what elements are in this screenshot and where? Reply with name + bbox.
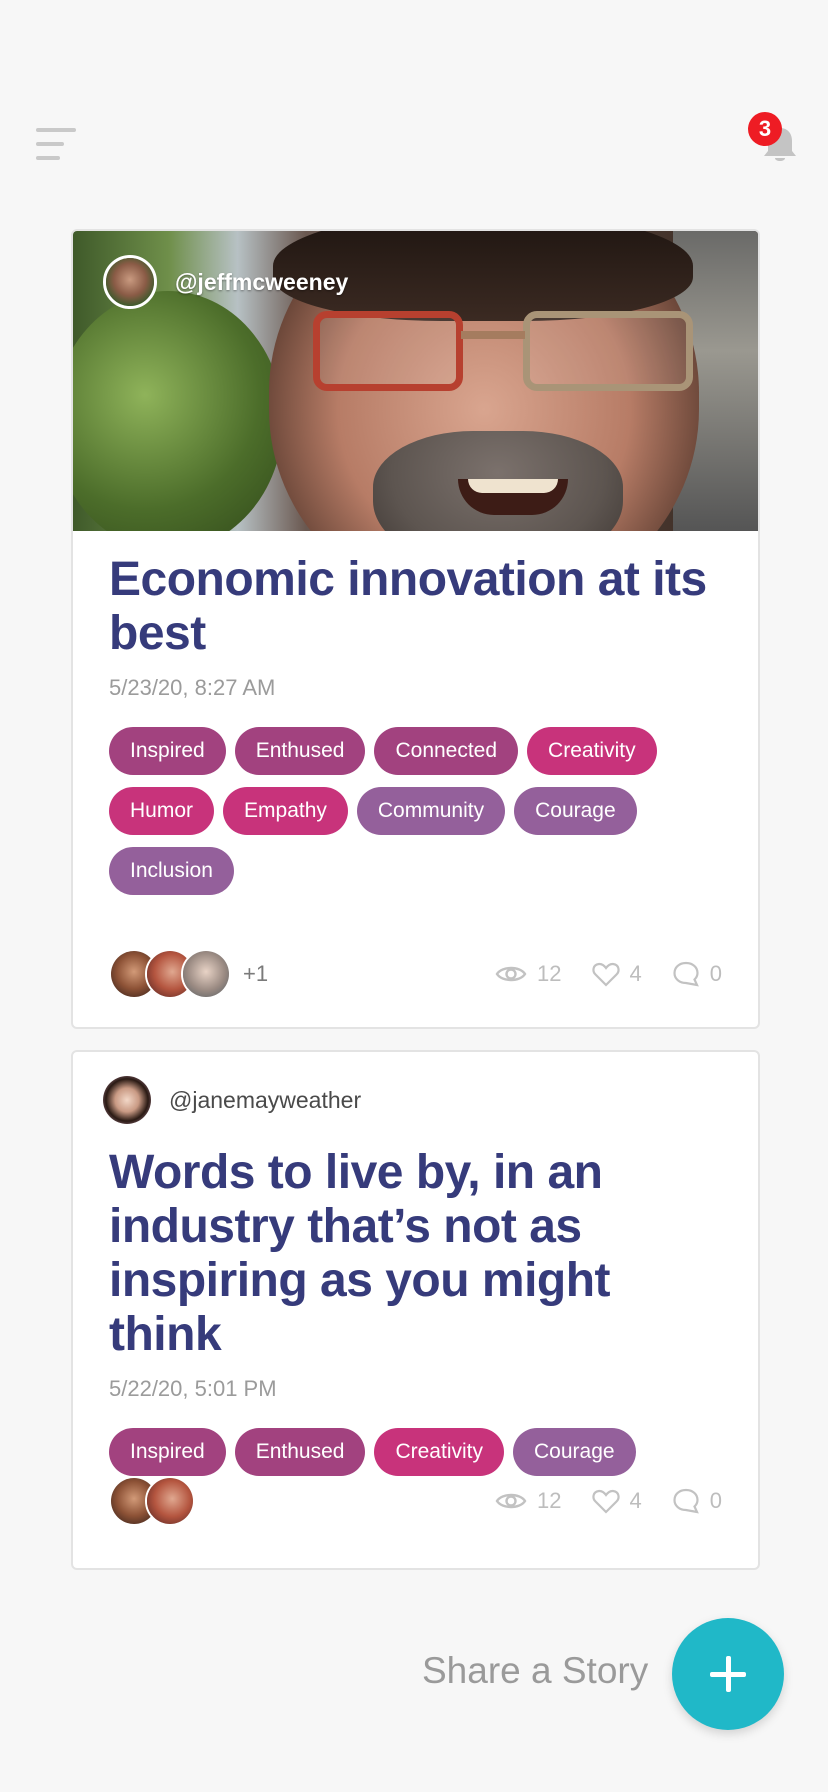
- story-author[interactable]: @janemayweather: [103, 1076, 722, 1124]
- views-count: 12: [537, 1488, 562, 1513]
- tag-chip[interactable]: Enthused: [234, 727, 366, 775]
- hamburger-menu-icon[interactable]: [36, 126, 76, 164]
- story-cover-image: @jeffmcweeney: [73, 231, 758, 531]
- eye-icon: [495, 1493, 527, 1509]
- reactor-avatars[interactable]: +1: [109, 949, 268, 999]
- tag-chip[interactable]: Enthused: [234, 1428, 366, 1476]
- tag-chip[interactable]: Inspired: [109, 1428, 226, 1476]
- story-stats: 12 4 0: [465, 960, 722, 988]
- tag-chip[interactable]: Courage: [513, 1428, 636, 1476]
- share-story-button[interactable]: [672, 1618, 784, 1730]
- story-date: 5/22/20, 5:01 PM: [109, 1376, 277, 1401]
- story-card[interactable]: @jeffmcweeney Economic innovation at its…: [71, 229, 760, 1029]
- tag-chip[interactable]: Empathy: [223, 787, 348, 835]
- comment-icon: [673, 961, 699, 987]
- share-story-label[interactable]: Share a Story: [422, 1650, 648, 1692]
- avatar: [103, 255, 157, 309]
- comment-icon: [673, 1488, 699, 1514]
- notification-badge: 3: [748, 112, 782, 146]
- views-stat[interactable]: 12: [495, 1488, 562, 1514]
- tag-chip[interactable]: Creativity: [374, 1428, 504, 1476]
- story-title[interactable]: Words to live by, in an industry that’s …: [109, 1146, 722, 1362]
- tag-chip[interactable]: Creativity: [527, 727, 657, 775]
- tag-chip[interactable]: Connected: [374, 727, 519, 775]
- likes-count: 4: [629, 961, 642, 986]
- views-count: 12: [537, 961, 562, 986]
- top-bar: 3: [0, 0, 828, 200]
- reactor-avatars[interactable]: [109, 1476, 195, 1526]
- story-stats: 12 4 0: [465, 1487, 722, 1515]
- comments-count: 0: [709, 961, 722, 986]
- notifications-button[interactable]: 3: [748, 112, 808, 172]
- author-handle: @jeffmcweeney: [175, 268, 349, 295]
- tag-chip[interactable]: Inspired: [109, 727, 226, 775]
- comments-stat[interactable]: 0: [672, 960, 722, 988]
- story-title[interactable]: Economic innovation at its best: [109, 553, 722, 661]
- story-card[interactable]: @janemayweather Words to live by, in an …: [71, 1050, 760, 1570]
- author-handle: @janemayweather: [169, 1086, 362, 1113]
- heart-icon: [591, 962, 620, 987]
- tag-chip[interactable]: Humor: [109, 787, 215, 835]
- eye-icon: [495, 966, 527, 982]
- tag-list: Inspired Enthused Connected Creativity H…: [109, 727, 709, 907]
- tag-chip[interactable]: Community: [356, 787, 506, 835]
- avatar: [145, 1476, 195, 1526]
- likes-count: 4: [629, 1488, 642, 1513]
- views-stat[interactable]: 12: [495, 961, 562, 987]
- avatar: [181, 949, 231, 999]
- more-reactors-count: +1: [243, 961, 269, 986]
- story-footer: +1 12 4 0: [109, 949, 722, 999]
- comments-stat[interactable]: 0: [672, 1487, 722, 1515]
- avatar: [103, 1076, 151, 1124]
- comments-count: 0: [709, 1488, 722, 1513]
- heart-icon: [591, 1489, 620, 1514]
- story-author[interactable]: @jeffmcweeney: [103, 255, 348, 309]
- tag-chip[interactable]: Inclusion: [109, 847, 234, 895]
- story-date: 5/23/20, 8:27 AM: [109, 675, 276, 700]
- tag-chip[interactable]: Courage: [514, 787, 637, 835]
- story-footer: 12 4 0: [109, 1476, 722, 1526]
- likes-stat[interactable]: 4: [591, 961, 642, 987]
- likes-stat[interactable]: 4: [591, 1488, 642, 1514]
